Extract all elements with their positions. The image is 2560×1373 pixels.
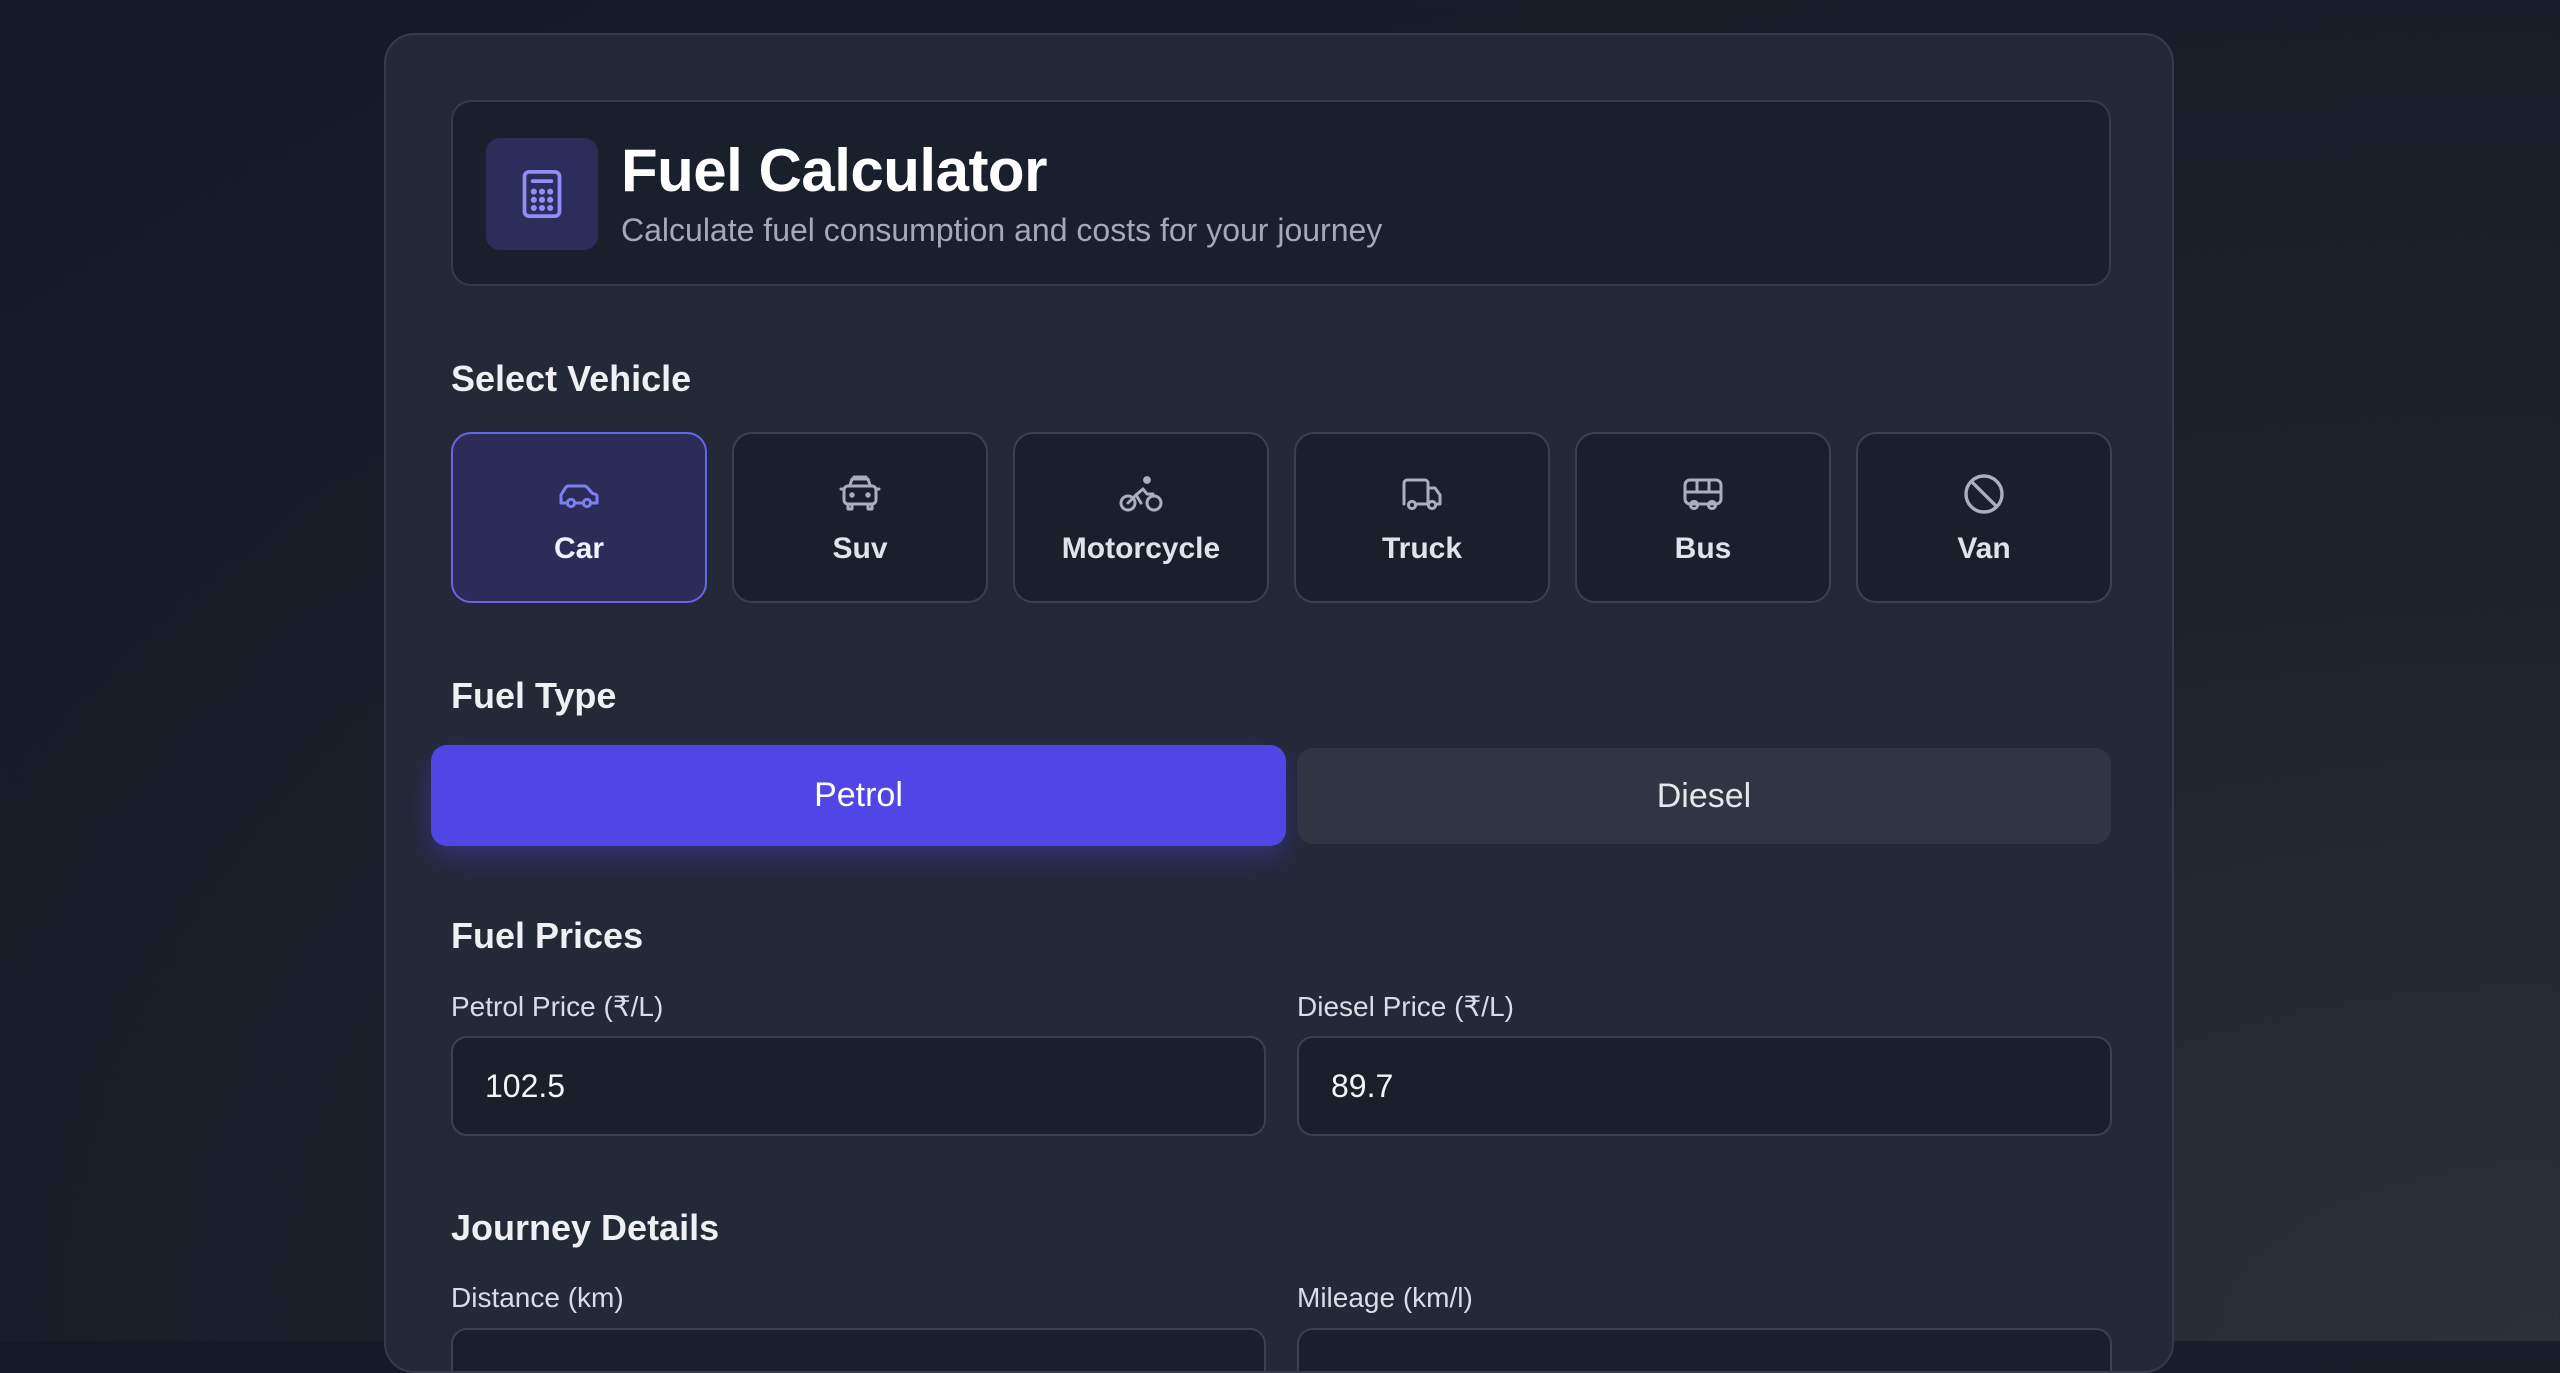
ban-icon [1960, 470, 2008, 518]
vehicle-option-suv[interactable]: Suv [732, 432, 988, 603]
truck-icon [1398, 470, 1446, 518]
journey-details-heading: Journey Details [451, 1207, 720, 1248]
select-vehicle-heading: Select Vehicle [451, 358, 692, 399]
vehicle-label: Car [553, 532, 605, 565]
fuel-prices-heading: Fuel Prices [451, 915, 644, 956]
vehicle-option-van[interactable]: Van [1856, 432, 2112, 603]
suv-icon [836, 470, 884, 518]
vehicle-selector: Car Suv Motorcycle Truck Bus Van [451, 432, 2112, 603]
page-subtitle: Calculate fuel consumption and costs for… [621, 212, 1383, 248]
page-title: Fuel Calculator [621, 137, 1047, 204]
petrol-price-label: Petrol Price (₹/L) [451, 991, 664, 1022]
vehicle-option-bus[interactable]: Bus [1575, 432, 1831, 603]
vehicle-label: Truck [1381, 532, 1463, 565]
bus-icon [1679, 470, 1727, 518]
header-panel: Fuel Calculator Calculate fuel consumpti… [451, 100, 2111, 286]
petrol-price-input[interactable] [451, 1036, 1266, 1136]
calculator-card: Fuel Calculator Calculate fuel consumpti… [384, 33, 2174, 1373]
fuel-type-petrol-button[interactable]: Petrol [431, 745, 1286, 846]
car-icon [555, 470, 603, 518]
calculator-icon [486, 138, 598, 250]
diesel-price-label: Diesel Price (₹/L) [1297, 991, 1514, 1022]
fuel-type-heading: Fuel Type [451, 675, 617, 716]
vehicle-label: Bus [1674, 532, 1732, 565]
vehicle-label: Motorcycle [1061, 532, 1221, 565]
vehicle-option-car[interactable]: Car [451, 432, 707, 603]
mileage-label: Mileage (km/l) [1297, 1282, 1473, 1313]
vehicle-option-motorcycle[interactable]: Motorcycle [1013, 432, 1269, 603]
vehicle-label: Van [1957, 532, 2011, 565]
vehicle-label: Suv [832, 532, 888, 565]
diesel-price-input[interactable] [1297, 1036, 2112, 1136]
mileage-input[interactable] [1297, 1328, 2112, 1371]
distance-input[interactable] [451, 1328, 1266, 1371]
distance-label: Distance (km) [451, 1282, 624, 1313]
fuel-type-diesel-button[interactable]: Diesel [1297, 748, 2111, 844]
motorcycle-icon [1117, 470, 1165, 518]
vehicle-option-truck[interactable]: Truck [1294, 432, 1550, 603]
